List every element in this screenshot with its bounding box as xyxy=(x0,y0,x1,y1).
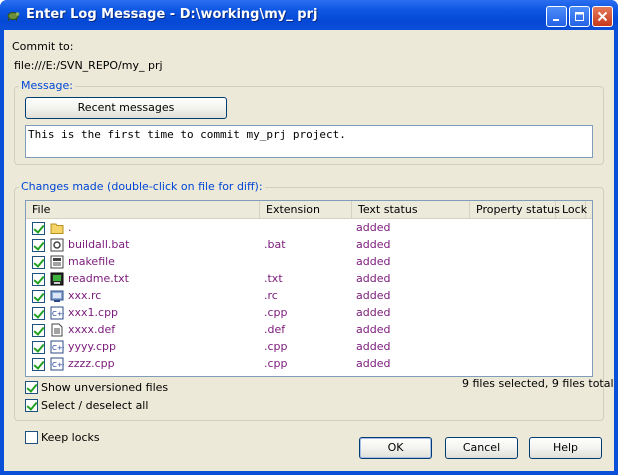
text-status: added xyxy=(356,221,391,234)
commit-to-label: Commit to: xyxy=(12,40,74,53)
close-icon xyxy=(597,11,608,22)
table-row[interactable]: xxxx.def .def added xyxy=(26,322,592,339)
dialog-client-area: Commit to: file:///E:/SVN_REPO/my_ prj M… xyxy=(4,30,614,471)
cpp-file-icon: C++ xyxy=(50,340,64,354)
file-name: xxx1.cpp xyxy=(68,306,119,319)
table-row[interactable]: C++ xxx1.cpp .cpp added xyxy=(26,305,592,322)
file-extension: .def xyxy=(264,323,286,336)
message-text: This is the first time to commit my_prj … xyxy=(28,128,346,141)
changes-list[interactable]: File Extension Text status Property stat… xyxy=(25,200,593,377)
row-checkbox[interactable] xyxy=(32,358,45,371)
table-row[interactable]: readme.txt .txt added xyxy=(26,271,592,288)
file-name: readme.txt xyxy=(68,272,129,285)
resource-file-icon xyxy=(50,290,64,302)
cancel-label: Cancel xyxy=(462,441,501,454)
table-row[interactable]: makefile added xyxy=(26,254,592,271)
file-extension: .rc xyxy=(264,289,278,302)
file-extension: .cpp xyxy=(264,357,288,370)
row-checkbox[interactable] xyxy=(32,256,45,269)
column-text-status[interactable]: Text status xyxy=(352,201,470,219)
select-all-label: Select / deselect all xyxy=(41,399,149,412)
svg-text:C++: C++ xyxy=(52,344,64,352)
file-name: yyyy.cpp xyxy=(68,340,116,353)
show-unversioned-label: Show unversioned files xyxy=(41,381,169,394)
dialog-window: Enter Log Message - D:\working\my_ prj C… xyxy=(0,0,618,475)
def-file-icon xyxy=(51,323,63,337)
select-all-checkbox[interactable] xyxy=(25,399,38,412)
table-row[interactable]: C++ yyyy.cpp .cpp added xyxy=(26,339,592,356)
column-file[interactable]: File xyxy=(26,201,260,219)
files-summary: 9 files selected, 9 files total xyxy=(462,377,614,390)
list-header: File Extension Text status Property stat… xyxy=(26,201,592,219)
svg-text:C++: C++ xyxy=(52,361,64,369)
minimize-icon xyxy=(553,19,559,21)
file-extension: .txt xyxy=(264,272,283,285)
row-checkbox[interactable] xyxy=(32,307,45,320)
row-checkbox[interactable] xyxy=(32,239,45,252)
file-extension: .cpp xyxy=(264,306,288,319)
table-row[interactable]: xxx.rc .rc added xyxy=(26,288,592,305)
cpp-file-icon: C++ xyxy=(50,357,64,371)
table-row[interactable]: C++ zzzz.cpp .cpp added xyxy=(26,356,592,373)
table-row[interactable]: buildall.bat .bat added xyxy=(26,237,592,254)
file-name: xxxx.def xyxy=(68,323,116,336)
minimize-button[interactable] xyxy=(546,6,567,27)
file-extension: .bat xyxy=(264,238,286,251)
row-checkbox[interactable] xyxy=(32,222,45,235)
changes-group-title: Changes made (double-click on file for d… xyxy=(19,180,265,193)
show-unversioned-checkbox[interactable] xyxy=(25,381,38,394)
text-status: added xyxy=(356,272,391,285)
row-checkbox[interactable] xyxy=(32,290,45,303)
table-row[interactable]: . added xyxy=(26,220,592,237)
column-property-status[interactable]: Property status xyxy=(470,201,560,219)
file-name: zzzz.cpp xyxy=(68,357,115,370)
row-checkbox[interactable] xyxy=(32,341,45,354)
file-name: makefile xyxy=(68,255,115,268)
row-checkbox[interactable] xyxy=(32,324,45,337)
row-checkbox[interactable] xyxy=(32,273,45,286)
keep-locks-label: Keep locks xyxy=(41,431,100,444)
text-status: added xyxy=(356,255,391,268)
column-extension[interactable]: Extension xyxy=(260,201,352,219)
text-file-icon xyxy=(50,272,64,286)
message-group-title: Message: xyxy=(19,79,75,92)
text-status: added xyxy=(356,238,391,251)
ok-label: OK xyxy=(387,441,404,454)
text-status: added xyxy=(356,357,391,370)
text-status: added xyxy=(356,323,391,336)
tortoise-icon xyxy=(7,12,20,22)
maximize-icon xyxy=(575,12,584,21)
file-name: buildall.bat xyxy=(68,238,130,251)
text-status: added xyxy=(356,289,391,302)
ok-button[interactable]: OK xyxy=(359,437,432,459)
maximize-button[interactable] xyxy=(569,6,590,27)
title-bar[interactable]: Enter Log Message - D:\working\my_ prj xyxy=(0,0,618,30)
recent-messages-label: Recent messages xyxy=(77,101,175,114)
file-name: . xyxy=(68,221,72,234)
batch-file-icon xyxy=(50,238,64,252)
text-status: added xyxy=(356,340,391,353)
window-title: Enter Log Message - D:\working\my_ prj xyxy=(26,7,318,22)
message-input[interactable]: This is the first time to commit my_prj … xyxy=(25,125,593,158)
close-button[interactable] xyxy=(592,6,613,27)
recent-messages-button[interactable]: Recent messages xyxy=(25,97,227,119)
text-status: added xyxy=(356,306,391,319)
file-extension: .cpp xyxy=(264,340,288,353)
svg-text:C++: C++ xyxy=(52,310,64,318)
help-button[interactable]: Help xyxy=(529,437,602,459)
commit-url: file:///E:/SVN_REPO/my_ prj xyxy=(14,59,163,72)
keep-locks-checkbox[interactable] xyxy=(25,431,38,444)
column-lock[interactable]: Lock xyxy=(556,201,587,219)
makefile-icon xyxy=(50,255,64,269)
help-label: Help xyxy=(552,441,579,454)
cancel-button[interactable]: Cancel xyxy=(445,437,518,459)
cpp-file-icon: C++ xyxy=(50,306,64,320)
folder-icon xyxy=(50,223,64,234)
file-name: xxx.rc xyxy=(68,289,102,302)
